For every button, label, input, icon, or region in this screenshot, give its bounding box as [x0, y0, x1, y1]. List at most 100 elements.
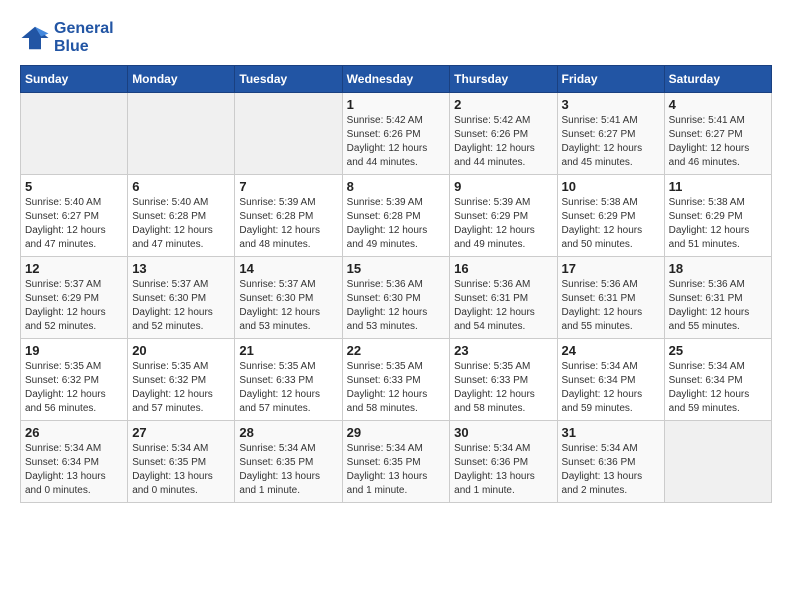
day-cell: 28 Sunrise: 5:34 AM Sunset: 6:35 PM Dayl… — [235, 421, 342, 503]
col-header-monday: Monday — [128, 66, 235, 93]
day-info: Sunrise: 5:34 AM Sunset: 6:36 PM Dayligh… — [562, 442, 660, 498]
day-info: Sunrise: 5:34 AM Sunset: 6:35 PM Dayligh… — [239, 442, 337, 498]
day-info: Sunrise: 5:40 AM Sunset: 6:27 PM Dayligh… — [25, 196, 123, 252]
day-cell: 19 Sunrise: 5:35 AM Sunset: 6:32 PM Dayl… — [21, 339, 128, 421]
day-number: 4 — [669, 97, 767, 112]
col-header-friday: Friday — [557, 66, 664, 93]
day-number: 18 — [669, 261, 767, 276]
day-cell: 17 Sunrise: 5:36 AM Sunset: 6:31 PM Dayl… — [557, 257, 664, 339]
logo: General Blue — [20, 20, 114, 55]
day-number: 12 — [25, 261, 123, 276]
day-number: 27 — [132, 425, 230, 440]
logo-text: General Blue — [54, 20, 114, 55]
day-info: Sunrise: 5:38 AM Sunset: 6:29 PM Dayligh… — [562, 196, 660, 252]
day-number: 13 — [132, 261, 230, 276]
day-number: 22 — [347, 343, 446, 358]
day-cell: 11 Sunrise: 5:38 AM Sunset: 6:29 PM Dayl… — [664, 175, 771, 257]
day-info: Sunrise: 5:34 AM Sunset: 6:35 PM Dayligh… — [132, 442, 230, 498]
day-number: 15 — [347, 261, 446, 276]
day-cell: 24 Sunrise: 5:34 AM Sunset: 6:34 PM Dayl… — [557, 339, 664, 421]
day-number: 25 — [669, 343, 767, 358]
week-row-4: 19 Sunrise: 5:35 AM Sunset: 6:32 PM Dayl… — [21, 339, 772, 421]
day-cell: 7 Sunrise: 5:39 AM Sunset: 6:28 PM Dayli… — [235, 175, 342, 257]
week-row-5: 26 Sunrise: 5:34 AM Sunset: 6:34 PM Dayl… — [21, 421, 772, 503]
day-cell: 5 Sunrise: 5:40 AM Sunset: 6:27 PM Dayli… — [21, 175, 128, 257]
day-cell: 1 Sunrise: 5:42 AM Sunset: 6:26 PM Dayli… — [342, 93, 450, 175]
day-number: 26 — [25, 425, 123, 440]
day-cell — [21, 93, 128, 175]
day-cell: 12 Sunrise: 5:37 AM Sunset: 6:29 PM Dayl… — [21, 257, 128, 339]
day-number: 3 — [562, 97, 660, 112]
col-header-tuesday: Tuesday — [235, 66, 342, 93]
day-number: 28 — [239, 425, 337, 440]
day-cell: 22 Sunrise: 5:35 AM Sunset: 6:33 PM Dayl… — [342, 339, 450, 421]
day-number: 9 — [454, 179, 552, 194]
day-number: 20 — [132, 343, 230, 358]
day-info: Sunrise: 5:36 AM Sunset: 6:30 PM Dayligh… — [347, 278, 446, 334]
day-cell: 18 Sunrise: 5:36 AM Sunset: 6:31 PM Dayl… — [664, 257, 771, 339]
col-header-saturday: Saturday — [664, 66, 771, 93]
calendar-header-row: SundayMondayTuesdayWednesdayThursdayFrid… — [21, 66, 772, 93]
day-info: Sunrise: 5:40 AM Sunset: 6:28 PM Dayligh… — [132, 196, 230, 252]
day-info: Sunrise: 5:38 AM Sunset: 6:29 PM Dayligh… — [669, 196, 767, 252]
day-cell: 2 Sunrise: 5:42 AM Sunset: 6:26 PM Dayli… — [450, 93, 557, 175]
day-number: 2 — [454, 97, 552, 112]
day-info: Sunrise: 5:35 AM Sunset: 6:33 PM Dayligh… — [239, 360, 337, 416]
day-number: 17 — [562, 261, 660, 276]
day-info: Sunrise: 5:34 AM Sunset: 6:36 PM Dayligh… — [454, 442, 552, 498]
day-number: 6 — [132, 179, 230, 194]
day-info: Sunrise: 5:34 AM Sunset: 6:34 PM Dayligh… — [669, 360, 767, 416]
day-number: 24 — [562, 343, 660, 358]
calendar-table: SundayMondayTuesdayWednesdayThursdayFrid… — [20, 65, 772, 503]
day-cell: 13 Sunrise: 5:37 AM Sunset: 6:30 PM Dayl… — [128, 257, 235, 339]
day-cell — [128, 93, 235, 175]
day-cell: 21 Sunrise: 5:35 AM Sunset: 6:33 PM Dayl… — [235, 339, 342, 421]
day-info: Sunrise: 5:39 AM Sunset: 6:28 PM Dayligh… — [239, 196, 337, 252]
day-number: 8 — [347, 179, 446, 194]
day-info: Sunrise: 5:37 AM Sunset: 6:30 PM Dayligh… — [132, 278, 230, 334]
col-header-wednesday: Wednesday — [342, 66, 450, 93]
day-info: Sunrise: 5:34 AM Sunset: 6:34 PM Dayligh… — [562, 360, 660, 416]
day-info: Sunrise: 5:35 AM Sunset: 6:33 PM Dayligh… — [347, 360, 446, 416]
week-row-3: 12 Sunrise: 5:37 AM Sunset: 6:29 PM Dayl… — [21, 257, 772, 339]
day-number: 23 — [454, 343, 552, 358]
day-number: 11 — [669, 179, 767, 194]
day-info: Sunrise: 5:35 AM Sunset: 6:32 PM Dayligh… — [132, 360, 230, 416]
day-info: Sunrise: 5:34 AM Sunset: 6:35 PM Dayligh… — [347, 442, 446, 498]
day-info: Sunrise: 5:35 AM Sunset: 6:32 PM Dayligh… — [25, 360, 123, 416]
day-info: Sunrise: 5:39 AM Sunset: 6:29 PM Dayligh… — [454, 196, 552, 252]
day-number: 5 — [25, 179, 123, 194]
day-number: 14 — [239, 261, 337, 276]
day-cell: 31 Sunrise: 5:34 AM Sunset: 6:36 PM Dayl… — [557, 421, 664, 503]
week-row-1: 1 Sunrise: 5:42 AM Sunset: 6:26 PM Dayli… — [21, 93, 772, 175]
day-cell: 20 Sunrise: 5:35 AM Sunset: 6:32 PM Dayl… — [128, 339, 235, 421]
col-header-thursday: Thursday — [450, 66, 557, 93]
day-number: 29 — [347, 425, 446, 440]
day-number: 16 — [454, 261, 552, 276]
day-info: Sunrise: 5:39 AM Sunset: 6:28 PM Dayligh… — [347, 196, 446, 252]
day-number: 1 — [347, 97, 446, 112]
day-cell: 30 Sunrise: 5:34 AM Sunset: 6:36 PM Dayl… — [450, 421, 557, 503]
day-info: Sunrise: 5:36 AM Sunset: 6:31 PM Dayligh… — [669, 278, 767, 334]
day-number: 7 — [239, 179, 337, 194]
day-cell: 16 Sunrise: 5:36 AM Sunset: 6:31 PM Dayl… — [450, 257, 557, 339]
header: General Blue — [20, 20, 772, 55]
day-info: Sunrise: 5:41 AM Sunset: 6:27 PM Dayligh… — [669, 114, 767, 170]
day-cell: 15 Sunrise: 5:36 AM Sunset: 6:30 PM Dayl… — [342, 257, 450, 339]
day-cell: 25 Sunrise: 5:34 AM Sunset: 6:34 PM Dayl… — [664, 339, 771, 421]
day-cell: 10 Sunrise: 5:38 AM Sunset: 6:29 PM Dayl… — [557, 175, 664, 257]
day-cell — [664, 421, 771, 503]
day-cell: 14 Sunrise: 5:37 AM Sunset: 6:30 PM Dayl… — [235, 257, 342, 339]
day-info: Sunrise: 5:35 AM Sunset: 6:33 PM Dayligh… — [454, 360, 552, 416]
day-info: Sunrise: 5:37 AM Sunset: 6:30 PM Dayligh… — [239, 278, 337, 334]
day-number: 30 — [454, 425, 552, 440]
col-header-sunday: Sunday — [21, 66, 128, 93]
day-info: Sunrise: 5:34 AM Sunset: 6:34 PM Dayligh… — [25, 442, 123, 498]
day-info: Sunrise: 5:36 AM Sunset: 6:31 PM Dayligh… — [562, 278, 660, 334]
day-number: 10 — [562, 179, 660, 194]
day-cell: 27 Sunrise: 5:34 AM Sunset: 6:35 PM Dayl… — [128, 421, 235, 503]
day-info: Sunrise: 5:41 AM Sunset: 6:27 PM Dayligh… — [562, 114, 660, 170]
day-cell: 6 Sunrise: 5:40 AM Sunset: 6:28 PM Dayli… — [128, 175, 235, 257]
day-cell: 3 Sunrise: 5:41 AM Sunset: 6:27 PM Dayli… — [557, 93, 664, 175]
day-cell: 9 Sunrise: 5:39 AM Sunset: 6:29 PM Dayli… — [450, 175, 557, 257]
